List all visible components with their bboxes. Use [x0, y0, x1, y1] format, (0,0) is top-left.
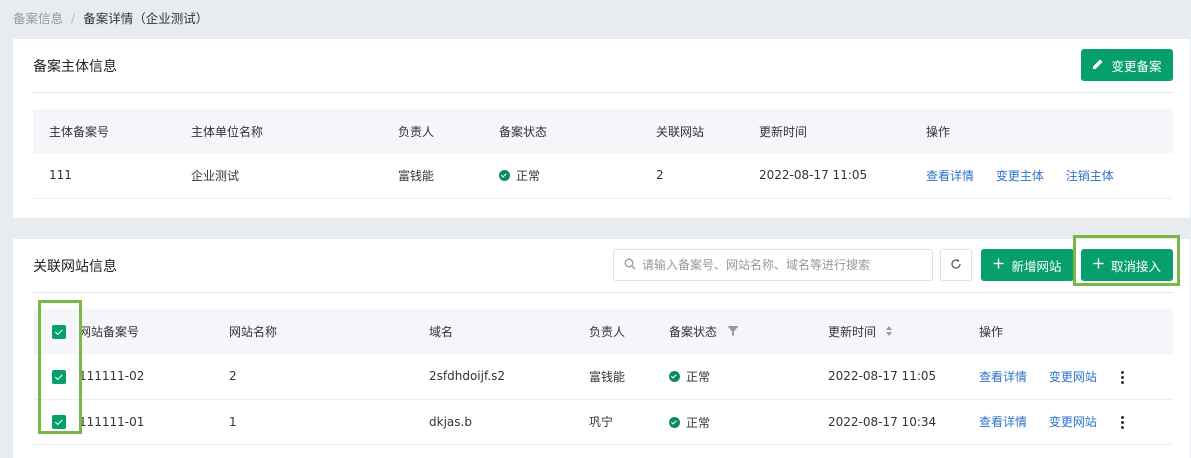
subject-card-title: 备案主体信息 [33, 59, 117, 75]
cancel-subject-link[interactable]: 注销主体 [1066, 169, 1114, 183]
col-header: 负责人 [589, 325, 626, 339]
check-circle-icon [669, 416, 680, 428]
breadcrumb-current: 备案详情（企业测试） [83, 10, 209, 26]
sort-icon[interactable] [885, 325, 893, 340]
refresh-button[interactable] [940, 249, 972, 281]
status-text: 正常 [686, 370, 711, 385]
check-circle-icon [499, 170, 510, 182]
site-updated: 2022-08-17 11:05 [828, 354, 979, 400]
site-owner: 富钱能 [589, 354, 669, 400]
site-id: 111111-01 [79, 399, 229, 445]
col-header: 操作 [926, 124, 951, 139]
table-row: 111 企业测试 富钱能 正常 2 2022-08-17 11:05 查看详情 … [33, 153, 1173, 199]
add-site-label: 新增网站 [1011, 258, 1062, 274]
site-domain: 2sfdhdoijf.s2 [429, 354, 589, 400]
view-details-link[interactable]: 查看详情 [979, 370, 1027, 384]
site-id: 111111-02 [79, 354, 229, 400]
breadcrumb-separator: / [71, 9, 76, 25]
subject-info-card: 备案主体信息 变更备案 主体备案号 主体单位名称 负责人 备案状态 关联网站 更… [13, 39, 1190, 218]
more-vertical-icon[interactable] [1120, 415, 1124, 430]
add-site-button[interactable]: 新增网站 [981, 249, 1074, 281]
status-text: 正常 [516, 169, 541, 184]
site-card-title: 关联网站信息 [33, 259, 117, 275]
table-row: 111111-01 1 dkjas.b 巩宁 正常 2022-08-17 10:… [33, 399, 1173, 445]
edit-icon [1092, 58, 1104, 73]
change-subject-link[interactable]: 变更主体 [996, 169, 1044, 183]
col-header: 负责人 [398, 124, 435, 139]
table-header-row: 网站备案号 网站名称 域名 负责人 备案状态 更新时间 操作 [33, 309, 1173, 354]
site-actions: 查看详情 变更网站 [979, 354, 1173, 400]
site-table: 网站备案号 网站名称 域名 负责人 备案状态 更新时间 操作 111111-02… [33, 309, 1173, 445]
site-domain: dkjas.b [429, 399, 589, 445]
view-details-link[interactable]: 查看详情 [926, 169, 974, 183]
col-header: 网站备案号 [79, 325, 140, 339]
highlight-box [38, 300, 82, 434]
breadcrumb: 备案信息 / 备案详情（企业测试） [13, 8, 208, 26]
site-name: 1 [229, 399, 429, 445]
more-vertical-icon[interactable] [1120, 370, 1124, 385]
view-details-link[interactable]: 查看详情 [979, 415, 1027, 429]
plus-icon [993, 258, 1004, 272]
divider [33, 292, 1173, 293]
col-header: 网站名称 [229, 325, 278, 339]
site-status: 正常 [669, 354, 828, 400]
subject-status: 正常 [499, 153, 656, 199]
site-info-card: 关联网站信息 新增网站 取消接入 [13, 235, 1190, 458]
table-header-row: 主体备案号 主体单位名称 负责人 备案状态 关联网站 更新时间 操作 [33, 109, 1173, 153]
site-updated: 2022-08-17 10:34 [828, 399, 979, 445]
col-header-updated: 更新时间 [828, 309, 979, 354]
subject-updated: 2022-08-17 11:05 [759, 153, 926, 199]
check-circle-icon [669, 371, 680, 383]
filter-icon[interactable] [727, 325, 739, 340]
subject-id: 111 [33, 153, 191, 199]
subject-name: 企业测试 [191, 153, 398, 199]
col-header-status: 备案状态 [669, 309, 828, 354]
highlight-box [1073, 235, 1180, 286]
search-input[interactable] [642, 258, 922, 272]
change-site-link[interactable]: 变更网站 [1049, 415, 1097, 429]
site-name: 2 [229, 354, 429, 400]
subject-sites-count: 2 [656, 153, 759, 199]
subject-table: 主体备案号 主体单位名称 负责人 备案状态 关联网站 更新时间 操作 111 企… [33, 109, 1173, 199]
change-filing-label: 变更备案 [1111, 58, 1162, 74]
site-owner: 巩宁 [589, 399, 669, 445]
change-site-link[interactable]: 变更网站 [1049, 370, 1097, 384]
col-header: 操作 [979, 325, 1004, 339]
site-search-box[interactable] [613, 249, 933, 281]
col-header: 更新时间 [759, 124, 808, 139]
status-text: 正常 [686, 415, 711, 430]
table-row: 111111-02 2 2sfdhdoijf.s2 富钱能 正常 2022-08… [33, 354, 1173, 400]
change-filing-button[interactable]: 变更备案 [1081, 49, 1173, 81]
divider [33, 92, 1173, 93]
col-header: 备案状态 [499, 124, 548, 139]
col-header: 关联网站 [656, 124, 705, 139]
col-header: 主体单位名称 [191, 124, 264, 139]
refresh-icon [950, 258, 962, 273]
breadcrumb-parent[interactable]: 备案信息 [13, 8, 63, 27]
col-header-label: 更新时间 [828, 325, 877, 339]
col-header: 域名 [429, 325, 454, 339]
col-header: 主体备案号 [49, 124, 110, 139]
search-icon [624, 258, 636, 273]
subject-actions: 查看详情 变更主体 注销主体 [926, 153, 1173, 199]
subject-owner: 富钱能 [398, 153, 499, 199]
col-header-label: 备案状态 [669, 325, 718, 339]
site-status: 正常 [669, 399, 828, 445]
site-actions: 查看详情 变更网站 [979, 399, 1173, 445]
